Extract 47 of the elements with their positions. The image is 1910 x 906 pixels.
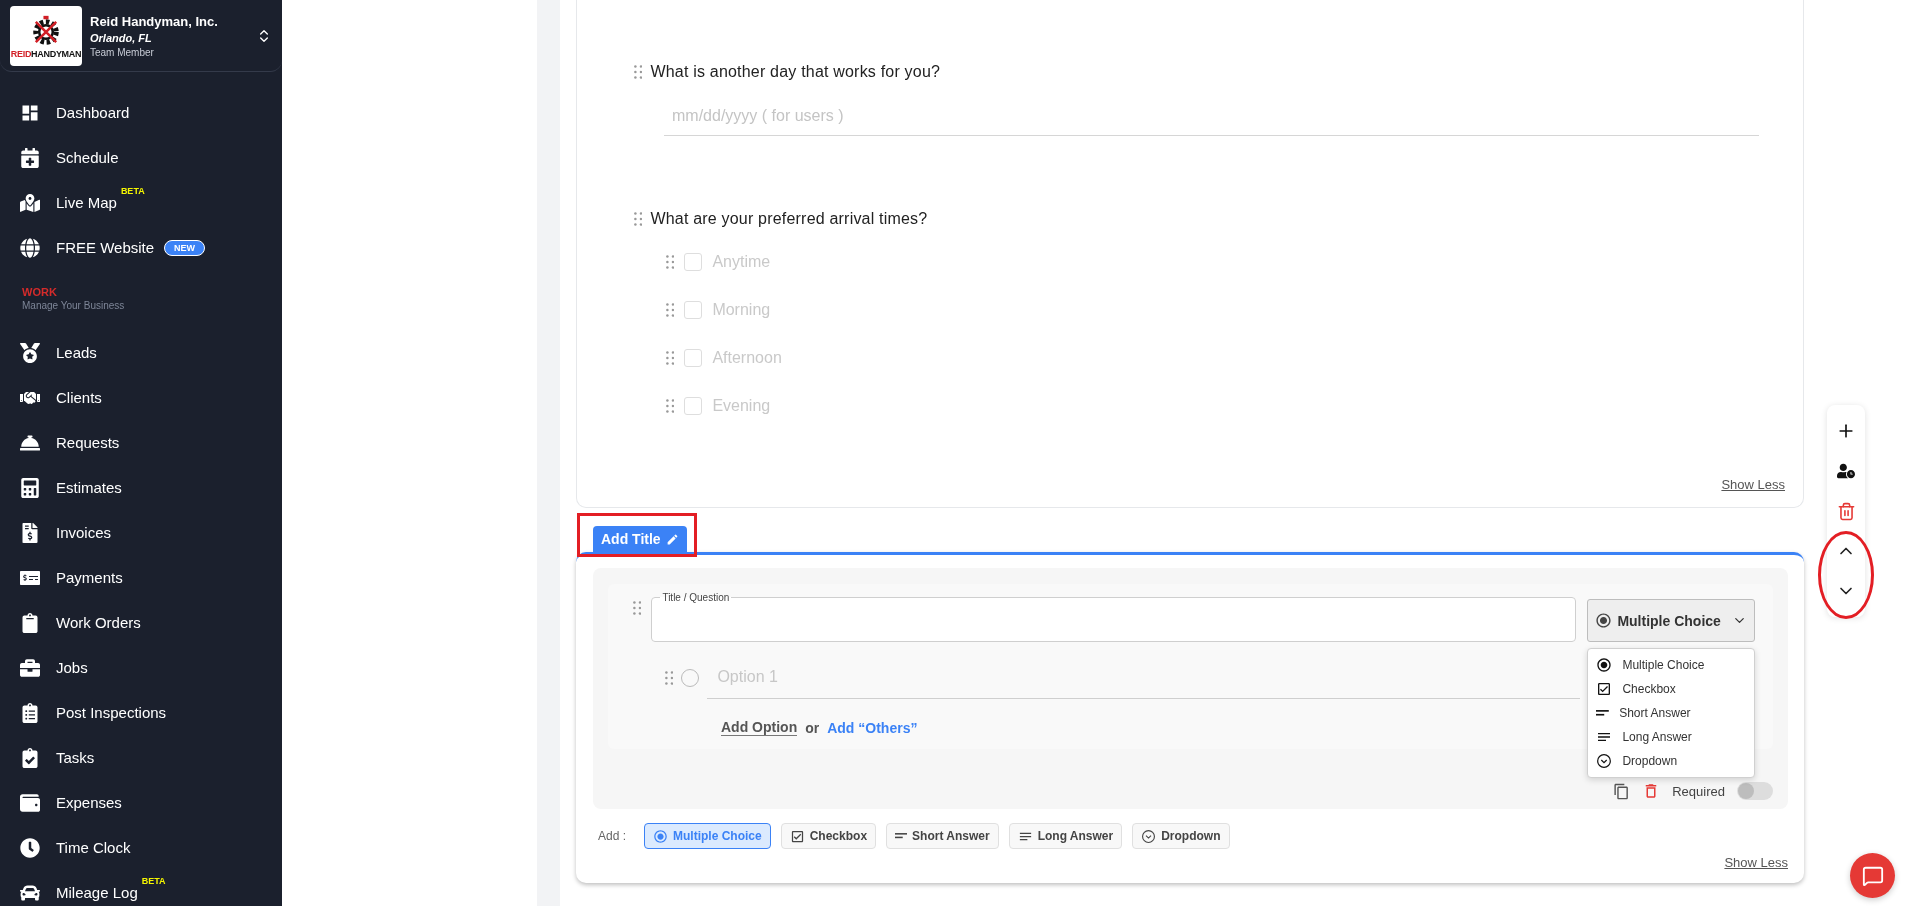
nav-item[interactable]: Schedule [0, 135, 282, 180]
required-label: Required [1672, 783, 1725, 799]
new-badge: NEW [164, 239, 206, 256]
add-type-chip[interactable]: Checkbox [780, 823, 877, 849]
date-field[interactable]: mm/dd/yyyy ( for users ) [664, 96, 1759, 136]
nav-item[interactable]: Payments [0, 555, 282, 600]
nav-item[interactable]: Dashboard [0, 90, 282, 135]
logo-text: REIDHANDYMAN [10, 48, 82, 59]
add-label: Add : [598, 829, 627, 843]
nav-item[interactable]: Clients [0, 375, 282, 420]
nav-item[interactable]: Jobs [0, 645, 282, 690]
beta-tag: BETA [120, 186, 145, 196]
add-type-chip[interactable]: Short Answer [886, 823, 999, 849]
nav-item[interactable]: Invoices [0, 510, 282, 555]
show-less-link[interactable]: Show Less [1721, 475, 1785, 495]
nav-item[interactable]: Live Map BETA [0, 180, 282, 225]
nav-item[interactable]: Work Orders [0, 600, 282, 645]
nav-item[interactable]: Expenses [0, 780, 282, 825]
nav-item[interactable]: Estimates [0, 465, 282, 510]
menu-item[interactable]: Short Answer [1588, 701, 1755, 725]
beta-tag: BETA [141, 876, 166, 886]
company-location: Orlando, FL [90, 31, 153, 44]
question-title: What are your preferred arrival times? [650, 210, 928, 228]
nav-item[interactable]: Mileage Log BETA [0, 870, 282, 906]
menu-item[interactable]: Multiple Choice [1588, 653, 1755, 677]
show-less-link[interactable]: Show Less [1724, 853, 1788, 873]
or-text: or [805, 719, 820, 736]
nav-item[interactable]: Post Inspections [0, 690, 282, 735]
menu-item[interactable]: Long Answer [1588, 725, 1755, 749]
nav-item[interactable]: Leads [0, 330, 282, 375]
title-field[interactable]: Title / Question [651, 592, 1577, 642]
add-title-tab[interactable]: Add Title [593, 526, 687, 552]
user-role: Team Member [90, 46, 155, 58]
section-heading: WORK [22, 285, 58, 299]
nav-item[interactable]: Requests [0, 420, 282, 465]
add-option-link[interactable]: Add Option [721, 719, 798, 736]
nav-item[interactable]: Time Clock [0, 825, 282, 870]
question-title: What is another day that works for you? [650, 63, 941, 81]
section-subheading: Manage Your Business [22, 299, 126, 313]
add-type-chip[interactable]: Dropdown [1132, 823, 1230, 849]
nav-item[interactable]: Tasks [0, 735, 282, 780]
menu-item[interactable]: Dropdown [1588, 749, 1755, 773]
company-name: Reid Handyman, Inc. [90, 13, 219, 29]
nav-item[interactable]: FREE Website NEW [0, 225, 282, 270]
question-type-select[interactable]: Multiple Choice [1587, 599, 1756, 642]
menu-item[interactable]: Checkbox [1588, 677, 1755, 701]
add-type-chip[interactable]: Long Answer [1008, 823, 1123, 849]
